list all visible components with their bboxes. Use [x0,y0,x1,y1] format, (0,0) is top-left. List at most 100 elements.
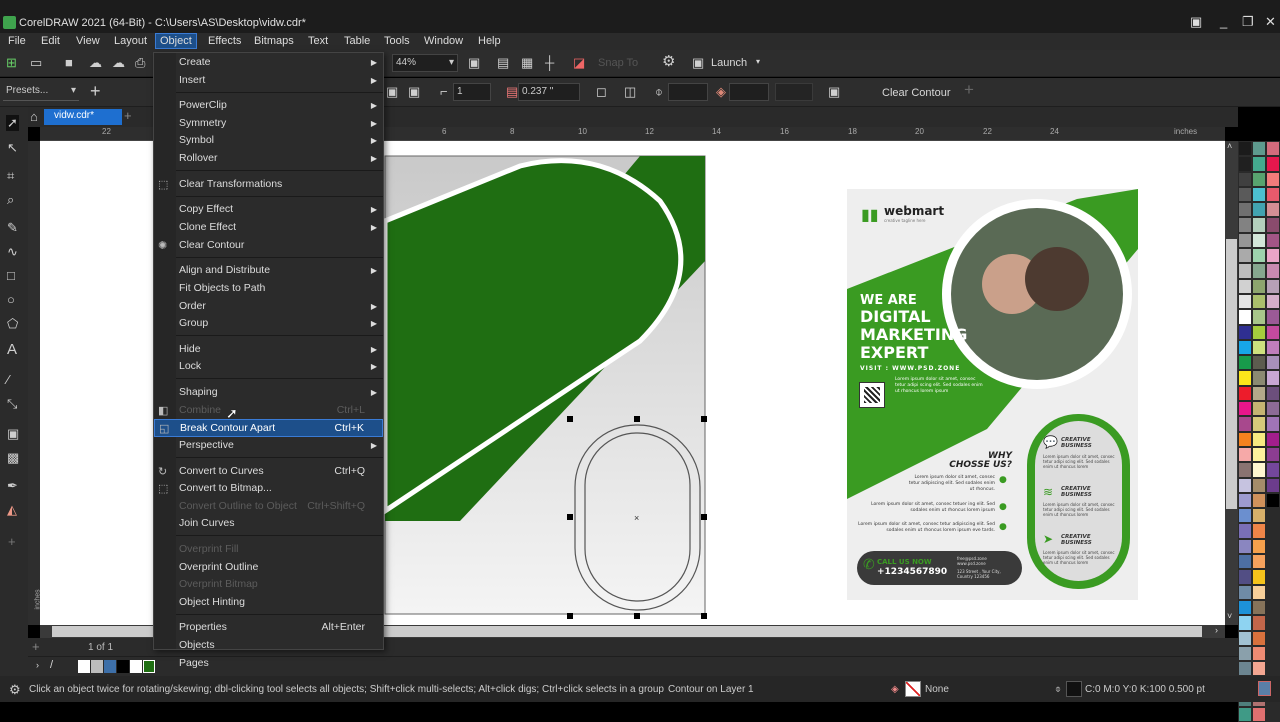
color-swatch[interactable] [1238,645,1252,662]
text-tool-icon[interactable]: A [7,342,17,357]
document-color-swatch[interactable] [78,660,90,673]
color-swatch[interactable] [1238,462,1252,478]
color-swatch[interactable] [1252,309,1266,325]
menu-item-lock[interactable]: Lock ▶ [154,358,383,376]
color-swatch[interactable] [1238,171,1252,187]
color-swatch[interactable] [1266,599,1280,616]
presets-select[interactable]: Presets... ▾ [3,83,79,101]
color-swatch[interactable] [1266,645,1280,662]
menu-table[interactable]: Table [340,34,374,48]
color-swatch[interactable] [1252,569,1266,585]
tab-vidw-cdr[interactable]: vidw.cdr* [44,109,122,125]
flyer-preview[interactable]: ▮▮ webmart creative tagline here WE ARE … [847,189,1138,600]
color-swatch[interactable] [1266,446,1280,463]
outline-color-picker[interactable] [668,83,708,101]
vertical-ruler[interactable]: inches [28,141,42,625]
menu-window[interactable]: Window [420,34,467,48]
color-swatch[interactable] [1252,263,1266,279]
object-acceleration-icon[interactable]: ▣ [828,85,840,99]
color-swatch[interactable] [1238,446,1252,463]
menu-item-convert-to-bitmap[interactable]: ⬚ Convert to Bitmap... [154,480,383,498]
contour-color-direction-icon[interactable]: ◫ [624,85,636,99]
color-swatch[interactable] [1266,630,1280,646]
color-swatch[interactable] [1238,141,1252,157]
color-swatch[interactable] [1266,263,1280,279]
transparency-icon[interactable]: ▩ [7,451,19,465]
menu-item-overprint-outline[interactable]: Overprint Outline [154,559,383,577]
color-swatch[interactable] [1252,431,1266,447]
color-swatch[interactable] [1252,508,1266,524]
scroll-down-icon[interactable]: ˅ [1227,611,1232,621]
color-swatch[interactable] [1266,339,1280,356]
zoom-to-page-icon[interactable]: ▣ [468,56,480,70]
color-swatch[interactable] [1238,569,1252,585]
color-swatch[interactable] [1266,385,1280,402]
zoom-level-select[interactable]: 44% ▾ [392,54,458,72]
color-swatch[interactable] [1238,370,1252,386]
grid-icon[interactable]: ▦ [521,56,533,70]
add-page-icon[interactable]: + [32,640,40,654]
menu-bitmaps[interactable]: Bitmaps [250,34,298,48]
color-swatch[interactable] [1252,232,1266,249]
gear-icon[interactable]: ⚙ [9,682,21,698]
color-swatch[interactable] [1238,355,1252,371]
color-swatch[interactable] [1238,293,1252,310]
connector-tool-icon[interactable]: ⤡ [7,397,17,411]
scroll-up-icon[interactable]: ˄ [1227,141,1232,151]
menu-item-powerclip[interactable]: PowerClip ▶ [154,97,383,115]
home-icon[interactable]: ⌂ [30,110,38,124]
color-swatch[interactable] [1266,202,1280,218]
snap-off-icon[interactable]: ◪ [573,56,585,70]
new-document-icon[interactable]: ⊞ [6,56,17,70]
new-tab-icon[interactable]: + [124,109,132,123]
menu-item-object-hinting[interactable]: Object Hinting [154,594,383,612]
color-swatch[interactable] [1266,278,1280,294]
color-swatch[interactable] [1266,171,1280,187]
menu-file[interactable]: File [4,34,30,48]
menu-item-objects[interactable]: Objects [154,637,383,655]
outside-contour-icon[interactable]: ▣ [408,85,420,99]
color-swatch[interactable] [1252,523,1266,539]
menu-text[interactable]: Text [304,34,332,48]
menu-item-symbol[interactable]: Symbol ▶ [154,132,383,150]
contour-offset-input[interactable]: 0.237 " [518,83,580,101]
color-swatch[interactable] [1266,508,1280,524]
color-swatch[interactable] [1238,554,1252,570]
color-swatch[interactable] [1252,630,1266,646]
eyedropper-icon[interactable]: / [50,659,53,671]
document-color-swatch[interactable] [91,660,103,673]
crop-tool-icon[interactable]: ⌗ [7,169,14,183]
menu-item-insert[interactable]: Insert ▶ [154,72,383,90]
color-swatch[interactable] [1266,569,1280,585]
color-swatch[interactable] [1238,477,1252,493]
color-swatch[interactable] [1266,554,1280,570]
color-swatch[interactable] [1252,141,1266,157]
open-icon[interactable]: ▭ [30,56,42,70]
color-swatch[interactable] [1266,462,1280,478]
color-swatch[interactable] [1238,232,1252,249]
color-swatch[interactable] [1252,355,1266,371]
color-swatch[interactable] [1266,355,1280,371]
gear-icon[interactable]: ⚙ [662,54,675,69]
menu-item-create[interactable]: Create ▶ [154,54,383,72]
color-swatch[interactable] [1266,293,1280,310]
color-swatch[interactable] [1238,416,1252,432]
rulers-icon[interactable]: ▤ [497,56,509,70]
color-swatch[interactable] [1238,661,1252,677]
menu-item-clear-contour[interactable]: ✺ Clear Contour [154,237,383,255]
color-swatch[interactable] [1252,370,1266,386]
color-swatch[interactable] [1252,293,1266,310]
menu-item-pages[interactable]: Pages [154,655,383,673]
color-swatch[interactable] [1238,202,1252,218]
vertical-scrollbar[interactable]: ˄ ˅ [1225,141,1238,625]
document-color-swatch[interactable] [130,660,142,673]
drop-shadow-icon[interactable]: ▣ [7,427,19,441]
color-swatch[interactable] [1252,446,1266,463]
color-swatch[interactable] [1238,599,1252,616]
launch-button[interactable]: Launch [711,57,747,69]
color-swatch[interactable] [1266,661,1280,677]
color-swatch[interactable] [1266,141,1280,157]
freehand-tool-icon[interactable]: ✎ [7,221,18,235]
color-swatch[interactable] [1252,171,1266,187]
menu-view[interactable]: View [72,34,104,48]
